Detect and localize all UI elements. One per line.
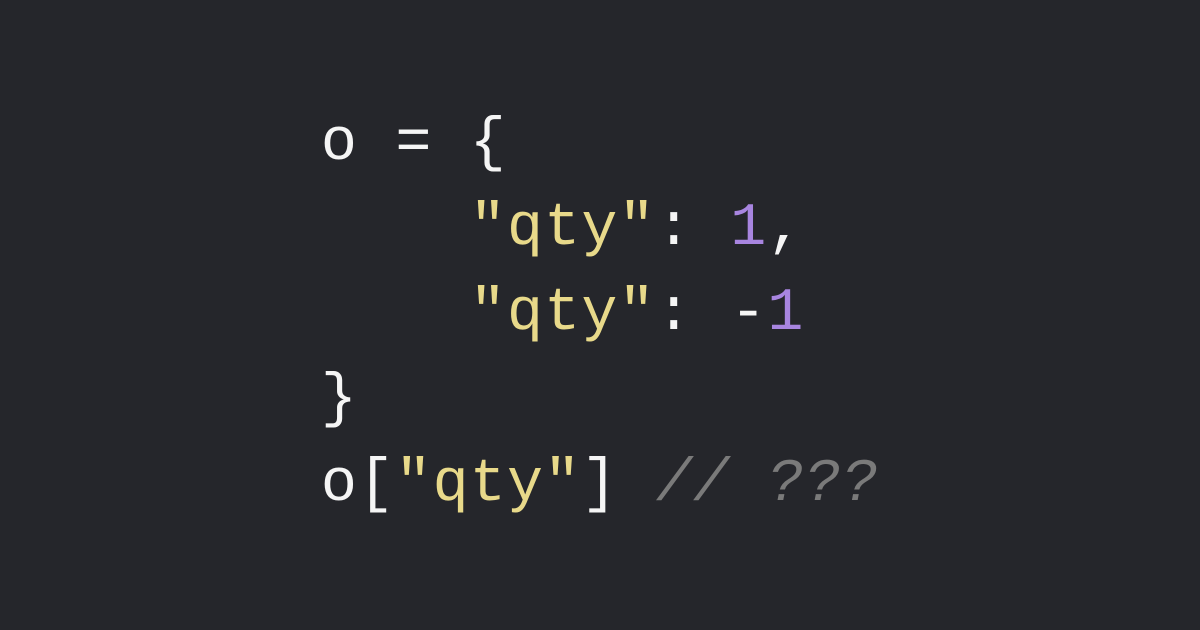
code-line-1: o = {: [321, 110, 507, 178]
number-literal: 1: [767, 280, 804, 348]
colon: :: [656, 280, 730, 348]
code-line-3: "qty": -1: [321, 280, 805, 348]
code-line-2: "qty": 1,: [321, 195, 805, 263]
indent: [321, 195, 470, 263]
brace-close: }: [321, 366, 358, 434]
indent: [321, 280, 470, 348]
bracket-open: [: [358, 451, 395, 519]
access-key: "qty": [395, 451, 581, 519]
code-line-4: }: [321, 366, 358, 434]
code-snippet: o = { "qty": 1, "qty": -1 } o["qty"] // …: [321, 102, 879, 528]
code-line-5: o["qty"] // ???: [321, 451, 879, 519]
comment: // ???: [656, 451, 879, 519]
object-key: "qty": [470, 280, 656, 348]
object-key: "qty": [470, 195, 656, 263]
assign-operator: =: [358, 110, 470, 178]
brace-open: {: [470, 110, 507, 178]
bracket-close: ]: [581, 451, 618, 519]
number-literal: 1: [730, 195, 767, 263]
variable-name: o: [321, 451, 358, 519]
minus-sign: -: [730, 280, 767, 348]
variable-name: o: [321, 110, 358, 178]
colon: :: [656, 195, 730, 263]
space: [619, 451, 656, 519]
comma: ,: [767, 195, 804, 263]
